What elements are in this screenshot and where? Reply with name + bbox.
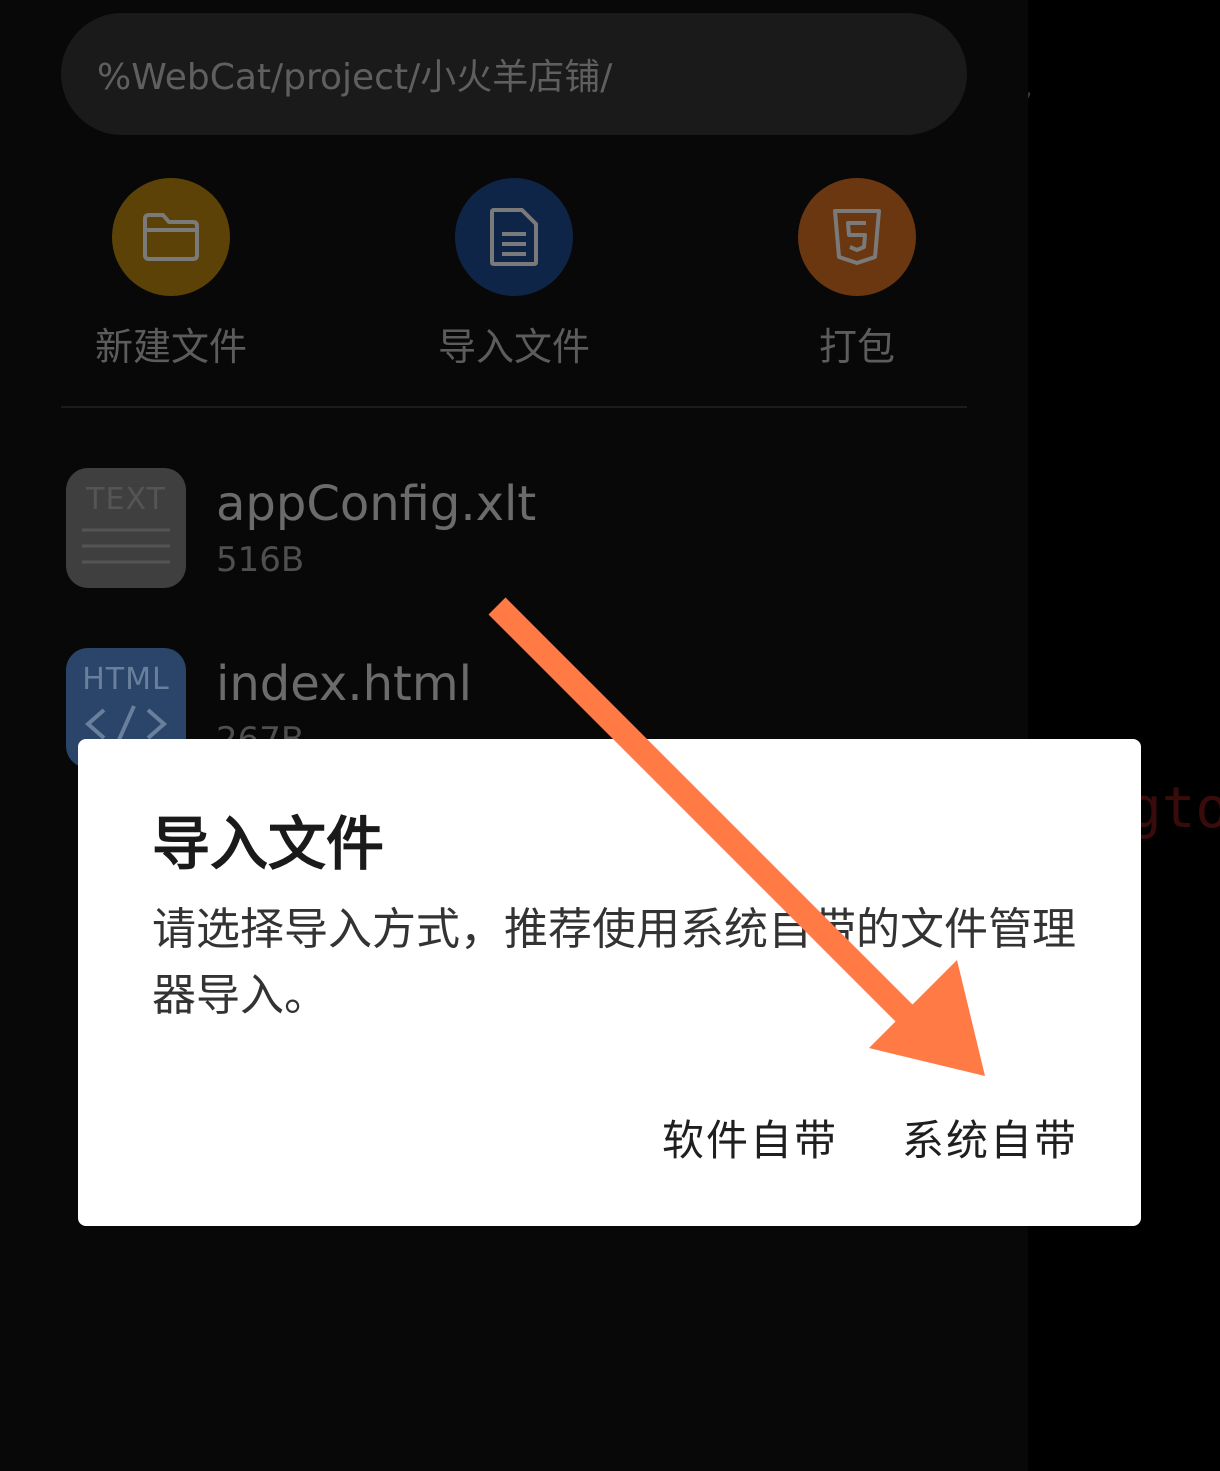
file-size: 516B bbox=[216, 540, 305, 580]
app-builtin-button[interactable]: 软件自带 bbox=[662, 1107, 838, 1168]
import-file-label: 导入文件 bbox=[437, 325, 590, 369]
html5-icon bbox=[798, 178, 916, 296]
new-file-button[interactable]: 新建文件 bbox=[71, 178, 271, 371]
file-name: appConfig.xlt bbox=[216, 476, 537, 532]
import-file-button[interactable]: 导入文件 bbox=[414, 178, 614, 371]
path-bar[interactable]: %WebCat/project/小火羊店铺/ bbox=[61, 13, 967, 135]
file-drawer: %WebCat/project/小火羊店铺/ 新建文件 导入文件 打包 TEXT… bbox=[0, 0, 1028, 1471]
file-row[interactable]: TEXT appConfig.xlt 516B bbox=[66, 468, 966, 588]
folder-icon bbox=[112, 178, 230, 296]
import-dialog: 导入文件 请选择导入方式，推荐使用系统自带的文件管理器导入。 软件自带 系统自带 bbox=[78, 739, 1141, 1226]
system-builtin-button[interactable]: 系统自带 bbox=[902, 1107, 1078, 1168]
new-file-label: 新建文件 bbox=[94, 325, 247, 369]
document-icon bbox=[455, 178, 573, 296]
pack-button[interactable]: 打包 bbox=[757, 178, 957, 371]
text-file-icon: TEXT bbox=[66, 468, 186, 588]
screen: , gto %WebCat/project/小火羊店铺/ 新建文件 导入文件 打… bbox=[0, 0, 1220, 1471]
dialog-message: 请选择导入方式，推荐使用系统自带的文件管理器导入。 bbox=[152, 904, 1076, 1021]
current-path: %WebCat/project/小火羊店铺/ bbox=[97, 57, 613, 98]
background-editor bbox=[1028, 0, 1220, 1471]
file-name: index.html bbox=[216, 656, 472, 712]
divider bbox=[61, 406, 967, 408]
pack-label: 打包 bbox=[818, 325, 895, 369]
dialog-title: 导入文件 bbox=[152, 810, 385, 878]
background-code-fragment: gto bbox=[1128, 776, 1220, 841]
